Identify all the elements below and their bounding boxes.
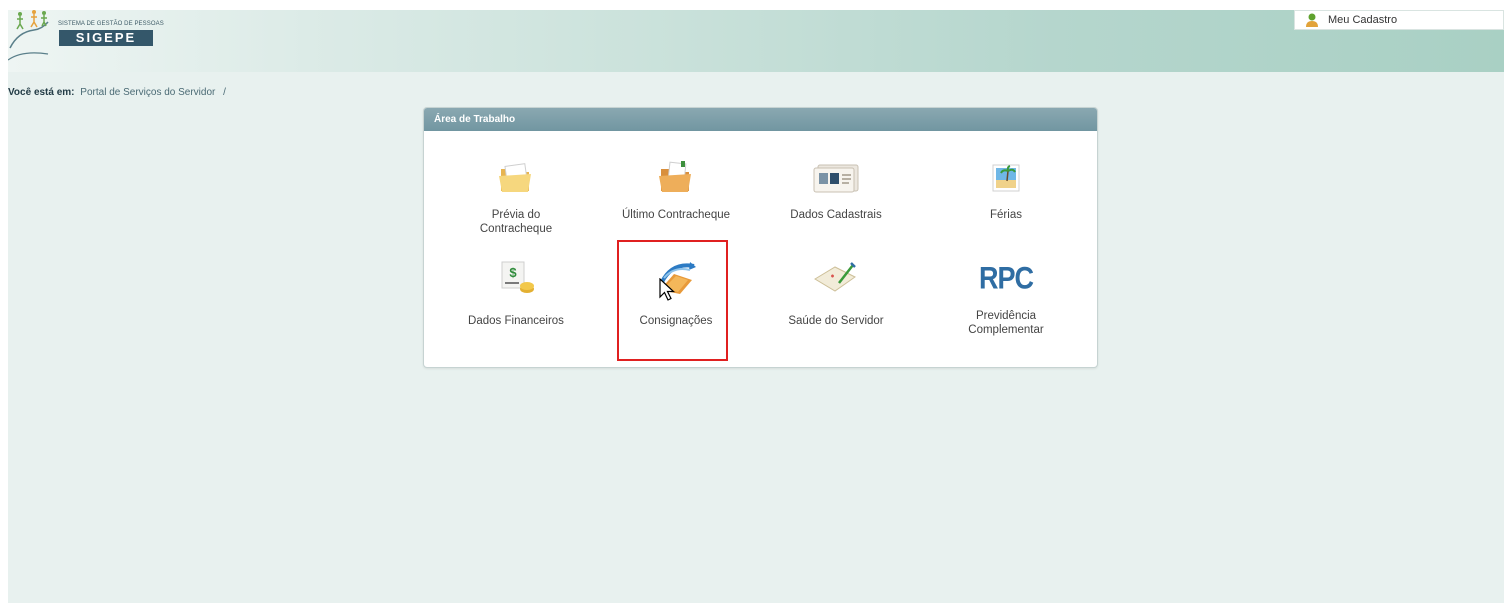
sigepe-logo[interactable]: SISTEMA DE GESTÃO DE PESSOAS SIGEPE	[8, 10, 168, 72]
tile-saude-servidor[interactable]: Saúde do Servidor	[776, 258, 896, 367]
money-icon: $	[456, 258, 576, 298]
area-de-trabalho-panel: Área de Trabalho Prévia do Contracheque	[423, 107, 1098, 368]
logo-subtitle: SISTEMA DE GESTÃO DE PESSOAS	[58, 21, 164, 27]
meu-cadastro-button[interactable]: Meu Cadastro	[1294, 10, 1504, 30]
tile-previa-contracheque[interactable]: Prévia do Contracheque	[456, 158, 576, 268]
consignment-arrow-icon	[616, 258, 736, 298]
tile-label: Saúde do Servidor	[788, 315, 884, 327]
svg-text:$: $	[509, 265, 517, 280]
tile-dados-cadastrais[interactable]: Dados Cadastrais	[776, 158, 896, 268]
app-window: SISTEMA DE GESTÃO DE PESSOAS SIGEPE Meu …	[8, 10, 1504, 603]
beach-photo-icon	[946, 158, 1066, 198]
folder-document-icon	[616, 158, 736, 198]
tile-label: Previdência Complementar	[968, 310, 1044, 336]
health-document-icon	[776, 258, 896, 298]
tile-consignacoes[interactable]: Consignações	[616, 258, 736, 367]
tile-label: Consignações	[639, 315, 713, 327]
tile-label: Prévia do Contracheque	[479, 209, 553, 235]
breadcrumb-current[interactable]: Portal de Serviços do Servidor	[80, 87, 215, 98]
rpc-logo-text: RPC	[978, 260, 1034, 295]
user-icon	[1306, 13, 1318, 27]
header-bar: SISTEMA DE GESTÃO DE PESSOAS SIGEPE Meu …	[8, 10, 1504, 72]
tile-previdencia-complementar[interactable]: RPC Previdência Complementar	[946, 258, 1066, 367]
panel-title: Área de Trabalho	[424, 108, 1097, 131]
id-card-icon	[776, 158, 896, 198]
tile-label: Férias	[990, 209, 1022, 221]
breadcrumb: Você está em: Portal de Serviços do Serv…	[8, 87, 226, 98]
folder-icon	[456, 158, 576, 198]
breadcrumb-label: Você está em:	[8, 87, 75, 98]
logo-title: SIGEPE	[59, 30, 153, 46]
tile-label: Dados Cadastrais	[790, 209, 882, 221]
breadcrumb-separator: /	[223, 87, 226, 98]
tile-dados-financeiros[interactable]: $ Dados Financeiros	[456, 258, 576, 367]
meu-cadastro-label: Meu Cadastro	[1328, 14, 1398, 26]
tile-label: Dados Financeiros	[468, 315, 564, 327]
tile-ultimo-contracheque[interactable]: Último Contracheque	[616, 158, 736, 268]
tile-ferias[interactable]: Férias	[946, 158, 1066, 268]
rpc-icon: RPC	[946, 258, 1066, 298]
tile-label: Último Contracheque	[621, 209, 731, 221]
